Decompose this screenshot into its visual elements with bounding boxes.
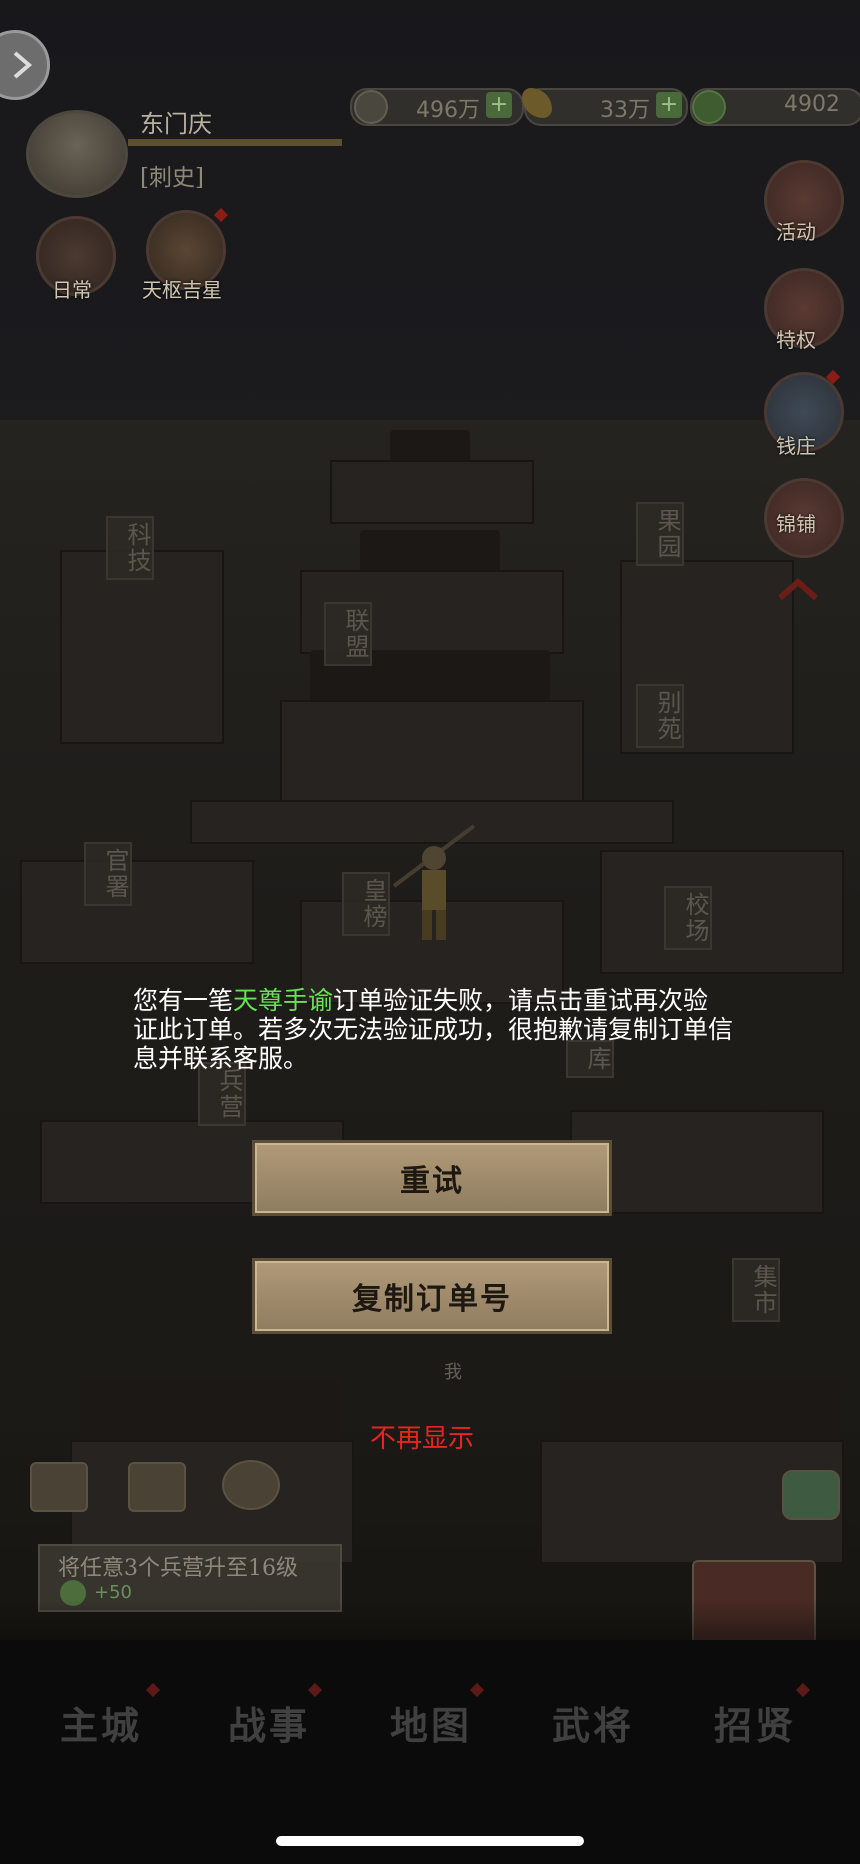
mail-icon[interactable] <box>128 1462 186 1512</box>
tab-recruit[interactable]: 招贤 <box>714 1695 796 1750</box>
never-show-again-link[interactable]: 不再显示 <box>370 1418 474 1455</box>
silk-shop-label: 锦铺 <box>776 512 816 536</box>
activity-label: 活动 <box>776 220 816 244</box>
bank-label: 钱庄 <box>776 434 816 458</box>
jade-reward-icon[interactable] <box>782 1470 840 1520</box>
gift-icon[interactable] <box>30 1462 88 1512</box>
tab-generals[interactable]: 武将 <box>552 1695 634 1750</box>
chat-icon[interactable] <box>222 1460 280 1510</box>
experience-bar <box>128 139 342 146</box>
jade-value: 4902 <box>784 92 840 117</box>
avatar[interactable] <box>26 110 128 198</box>
task-text: 将任意3个兵营升至16级 <box>58 1556 298 1581</box>
copper-value: 496万 <box>416 98 480 123</box>
home-indicator[interactable] <box>276 1836 584 1846</box>
tab-battle[interactable]: 战事 <box>228 1695 310 1750</box>
tab-main-city[interactable]: 主城 <box>60 1695 142 1750</box>
add-grain-button[interactable]: + <box>656 92 682 118</box>
daily-label: 日常 <box>52 278 92 302</box>
copper-coin-icon <box>354 90 388 124</box>
ink-edge <box>0 1600 860 1680</box>
retry-button[interactable]: 重试 <box>252 1140 612 1216</box>
player-name: 东门庆 <box>140 110 212 138</box>
order-verification-message: 您有一笔天尊手谕订单验证失败，请点击重试再次验证此订单。若多次无法验证成功，很抱… <box>133 986 734 1073</box>
chevron-right-icon <box>13 51 33 79</box>
collapse-chevron-icon[interactable] <box>776 574 820 604</box>
player-title: [刺史] <box>140 165 204 191</box>
grain-value: 33万 <box>600 98 650 123</box>
add-copper-button[interactable]: + <box>486 92 512 118</box>
privilege-label: 特权 <box>776 328 816 352</box>
copy-order-number-button[interactable]: 复制订单号 <box>252 1258 612 1334</box>
tab-map[interactable]: 地图 <box>390 1695 472 1750</box>
jade-icon <box>692 90 726 124</box>
highlighted-item-name: 天尊手谕 <box>233 986 334 1015</box>
lucky-star-label: 天枢吉星 <box>142 278 222 302</box>
